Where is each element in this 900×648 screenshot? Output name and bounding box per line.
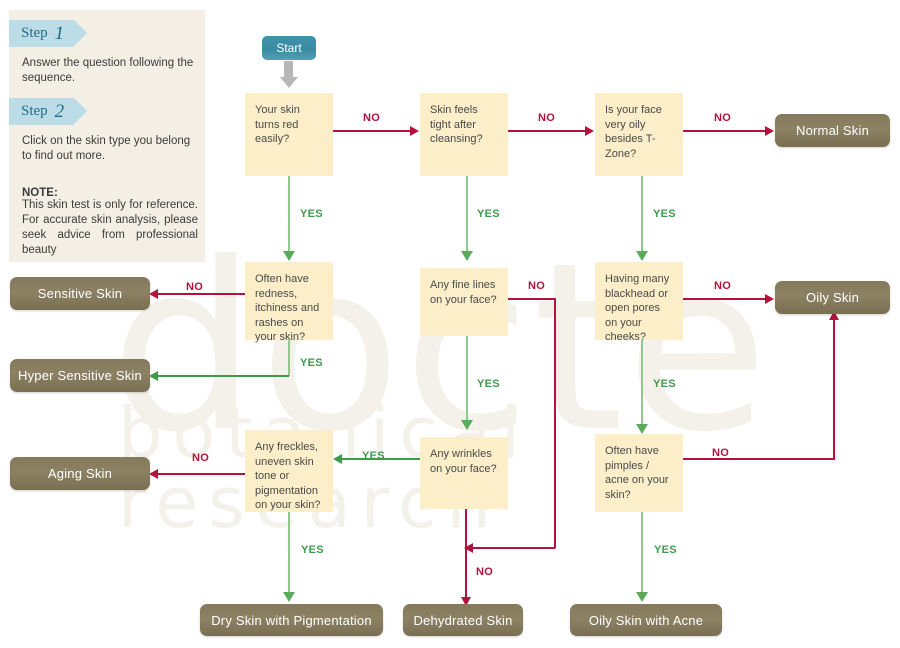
line-q6-no (683, 298, 766, 300)
question-box-fine-lines[interactable]: Any fine lines on your face? (420, 268, 508, 336)
line-q9-no-horizontal (683, 458, 835, 460)
line-q4-yes-vertical (288, 340, 290, 376)
line-q3-yes (641, 176, 643, 253)
step-2-tag: Step 2 (9, 98, 88, 125)
step-2-word: Step (21, 103, 48, 119)
line-q4-no (158, 293, 245, 295)
result-dehydrated-skin[interactable]: Dehydrated Skin (403, 604, 523, 636)
step-2-number: 2 (54, 100, 65, 122)
question-box-redness-itchiness[interactable]: Often have redness, itchiness and rashes… (245, 262, 333, 343)
line-q9-yes (641, 512, 643, 594)
label-q2-yes: YES (477, 208, 500, 220)
label-q1-no: NO (363, 112, 381, 124)
label-q9-yes: YES (654, 544, 677, 556)
step-1-word: Step (21, 25, 48, 41)
label-q6-no: NO (714, 280, 732, 292)
line-q7-no (158, 473, 245, 475)
line-q5-no-horizontal (508, 298, 556, 300)
label-q8-no: NO (476, 566, 494, 578)
start-node[interactable]: Start (262, 36, 316, 60)
arrow-q9-yes (635, 592, 648, 602)
result-dry-skin-with-pigmentation[interactable]: Dry Skin with Pigmentation (200, 604, 383, 636)
label-q4-yes: YES (300, 357, 323, 369)
label-q9-no: NO (712, 447, 730, 459)
arrow-q3-no (765, 125, 774, 136)
line-q1-yes (288, 176, 290, 253)
arrow-q4-yes (149, 370, 158, 381)
question-box-skin-tight-after-cleansing[interactable]: Skin feels tight after cleansing? (420, 93, 508, 176)
arrow-q1-yes (282, 251, 295, 261)
line-q5-no-vertical (554, 298, 556, 548)
start-connector-line (284, 61, 293, 78)
arrow-q5-yes (460, 420, 473, 430)
question-box-wrinkles[interactable]: Any wrinkles on your face? (420, 437, 508, 509)
line-q5-no-return (473, 547, 555, 549)
arrow-q8-yes (333, 453, 342, 464)
line-q1-no (333, 130, 411, 132)
label-q3-yes: YES (653, 208, 676, 220)
label-q2-no: NO (538, 112, 556, 124)
question-box-freckles-pigmentation[interactable]: Any freckles, uneven skin tone or pigmen… (245, 430, 333, 512)
result-sensitive-skin[interactable]: Sensitive Skin (10, 277, 150, 310)
arrow-q3-yes (635, 251, 648, 261)
result-aging-skin[interactable]: Aging Skin (10, 457, 150, 490)
label-q1-yes: YES (300, 208, 323, 220)
line-q2-no (508, 130, 586, 132)
line-q6-yes (641, 340, 643, 426)
label-q3-no: NO (714, 112, 732, 124)
line-q4-yes-horizontal (158, 375, 289, 377)
question-box-blackhead-open-pores[interactable]: Having many blackhead or open pores on y… (595, 262, 683, 343)
arrow-q1-no (410, 125, 419, 136)
label-q5-no: NO (528, 280, 546, 292)
arrow-q5-no (464, 542, 473, 553)
label-q5-yes: YES (477, 378, 500, 390)
label-q4-no: NO (186, 281, 204, 293)
question-box-skin-turns-red[interactable]: Your skin turns red easily? (245, 93, 333, 176)
step-2-text: Click on the skin type you belong to fin… (22, 135, 191, 162)
line-q9-no-vertical (833, 320, 835, 459)
label-q7-no: NO (192, 452, 210, 464)
arrow-q6-yes (635, 424, 648, 434)
note-body: This skin test is only for reference. Fo… (22, 199, 198, 256)
watermark-sub: botanical research (118, 398, 900, 538)
line-q5-yes (466, 336, 468, 422)
arrow-q2-no (585, 125, 594, 136)
start-connector-arrow (279, 77, 298, 88)
label-q7-yes: YES (301, 544, 324, 556)
label-q8-yes: YES (362, 450, 385, 462)
arrow-q7-no (149, 468, 158, 479)
line-q2-yes (466, 176, 468, 253)
step-1-tag: Step 1 (9, 20, 88, 47)
arrow-q2-yes (460, 251, 473, 261)
label-q6-yes: YES (653, 378, 676, 390)
result-oily-skin-with-acne[interactable]: Oily Skin with Acne (570, 604, 722, 636)
result-oily-skin[interactable]: Oily Skin (775, 281, 890, 314)
arrow-q6-no (765, 293, 774, 304)
step-1-text: Answer the question following the sequen… (22, 57, 194, 84)
line-q3-no (683, 130, 766, 132)
arrow-q7-yes (282, 592, 295, 602)
step-1-banner: Step 1 (9, 20, 88, 47)
result-hyper-sensitive-skin[interactable]: Hyper Sensitive Skin (10, 359, 150, 392)
flowchart-canvas: docte botanical research Step 1 Answer t… (0, 0, 900, 648)
line-q7-yes (288, 512, 290, 594)
question-box-face-very-oily[interactable]: Is your face very oily besides T-Zone? (595, 93, 683, 176)
step-1-number: 1 (54, 22, 65, 44)
result-normal-skin[interactable]: Normal Skin (775, 114, 890, 147)
arrow-q4-no (149, 288, 158, 299)
step-2-banner: Step 2 (9, 98, 88, 125)
question-box-pimples-acne[interactable]: Often have pimples / acne on your skin? (595, 434, 683, 512)
